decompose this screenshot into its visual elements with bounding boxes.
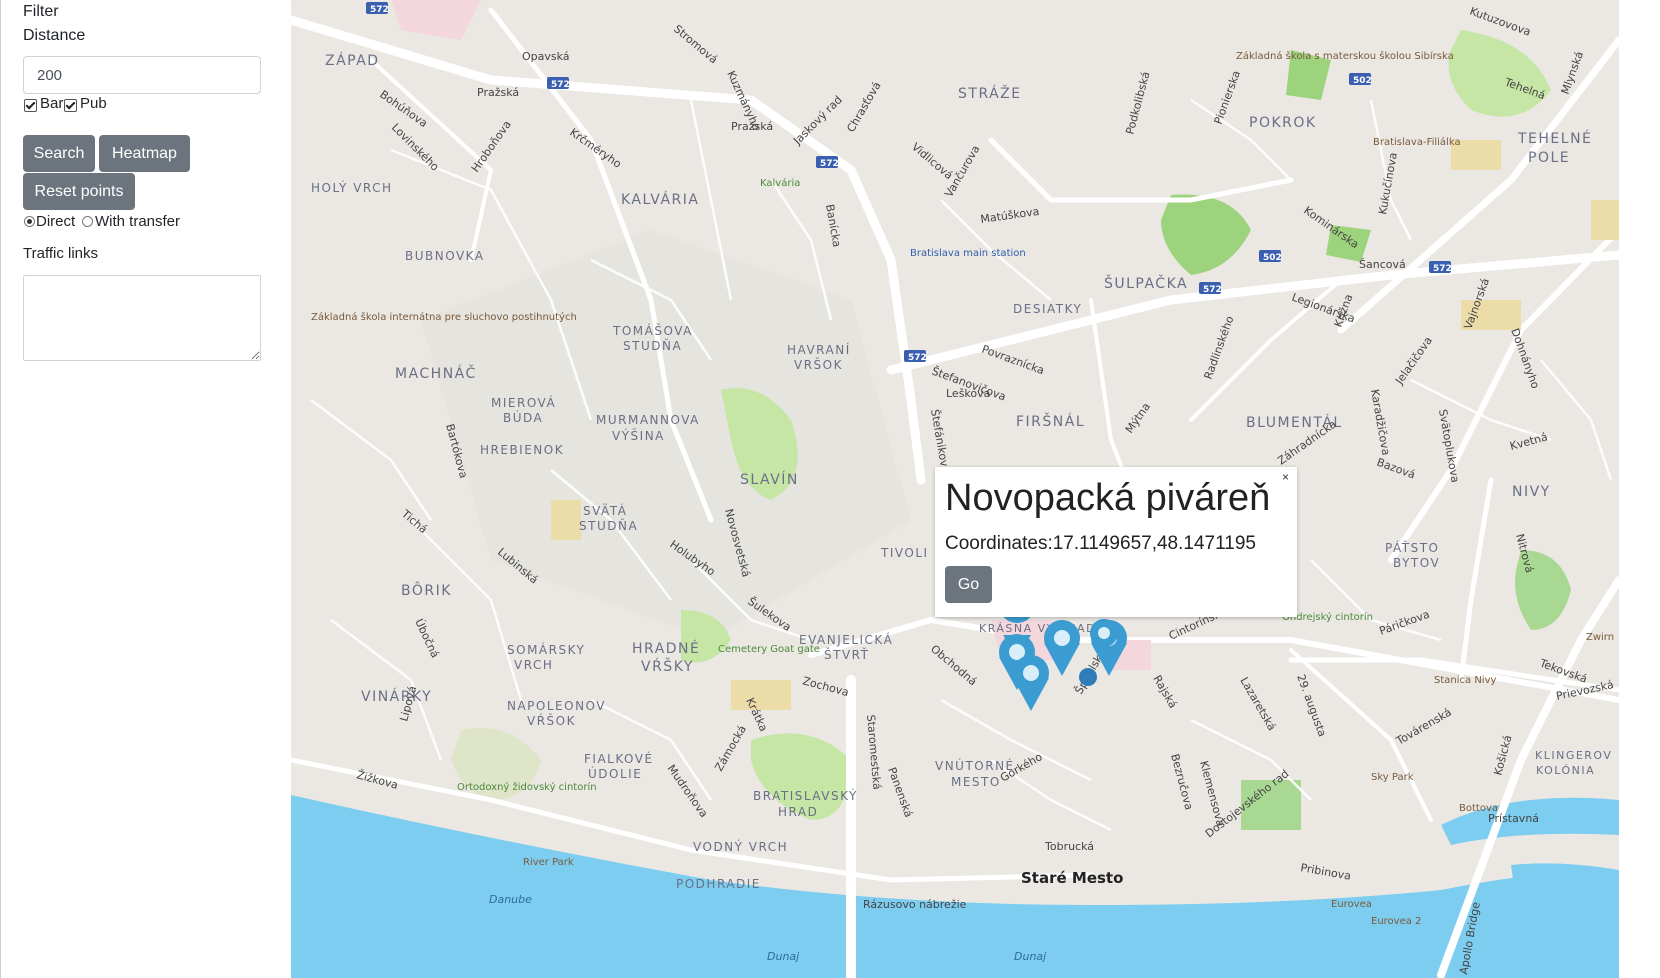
location-dot[interactable] [1079, 668, 1097, 686]
heatmap-button[interactable]: Heatmap [99, 135, 190, 172]
right-gutter [1619, 0, 1660, 978]
traffic-links-textarea[interactable] [23, 275, 261, 361]
search-button[interactable]: Search [23, 135, 95, 172]
pub-checkbox-label: Pub [80, 95, 107, 112]
popup-coordinates: Coordinates:17.1149657,48.1471195 [945, 533, 1256, 554]
popup-title: Novopacká piváreň [945, 477, 1271, 519]
sidebar: Filter Distance Bar Pub Search Heatmap R… [0, 0, 291, 978]
with-transfer-radio[interactable] [82, 216, 93, 227]
map-marker[interactable] [1013, 655, 1049, 711]
direct-radio[interactable] [24, 216, 35, 227]
direct-radio-label: Direct [36, 213, 76, 230]
close-icon[interactable]: × [1282, 470, 1289, 484]
distance-label: Distance [23, 27, 86, 44]
traffic-links-label: Traffic links [23, 245, 99, 262]
filter-label: Filter [23, 3, 59, 20]
reset-points-button[interactable]: Reset points [23, 173, 135, 210]
go-button[interactable]: Go [945, 566, 992, 603]
bar-checkbox-label: Bar [40, 95, 64, 112]
bar-checkbox[interactable] [24, 99, 37, 112]
distance-input[interactable] [23, 56, 261, 94]
pub-checkbox[interactable] [64, 99, 77, 112]
place-popup: × Novopacká piváreň Coordinates:17.11496… [935, 467, 1297, 617]
map-marker[interactable] [1090, 619, 1118, 647]
with-transfer-radio-label: With transfer [95, 213, 181, 230]
map-marker[interactable] [1044, 620, 1080, 676]
